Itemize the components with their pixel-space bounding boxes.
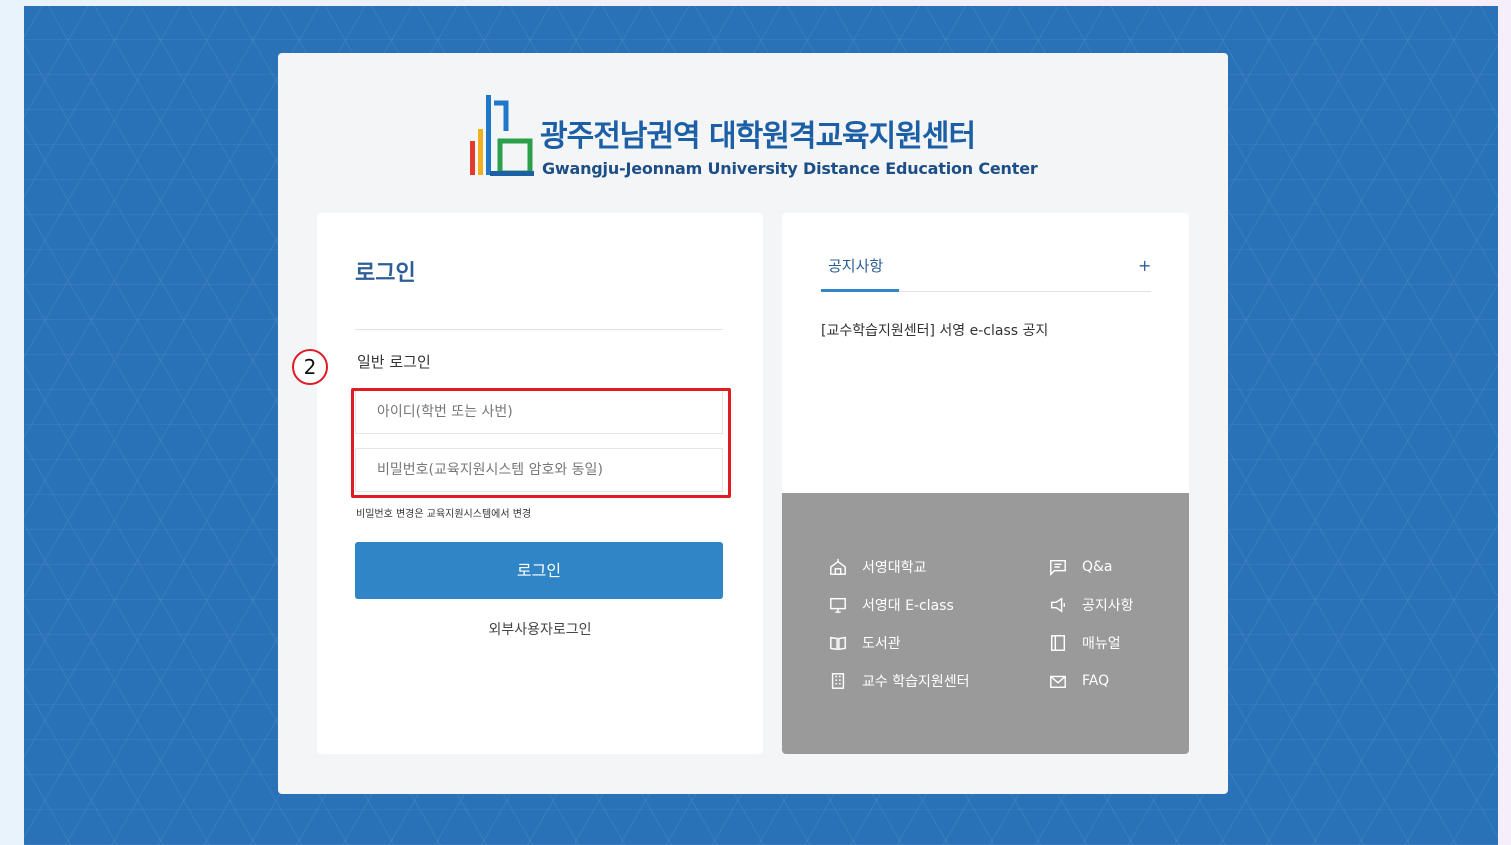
site-logo[interactable]: 광주전남권역 대학원격교육지원센터 Gwangju-Jeonnam Univer…	[468, 91, 1048, 181]
notice-panel: 공지사항 + [교수학습지원센터] 서영 e-class 공지 서영대학교 서영…	[782, 213, 1189, 754]
quick-link-label: 도서관	[862, 636, 901, 652]
login-panel: 로그인 2 일반 로그인 아이디(학번 또는 사번) 비밀번호(교육지원시스템 …	[292, 213, 763, 754]
quick-link-seoyoung-univ[interactable]: 서영대학교	[828, 557, 926, 577]
quick-links: 서영대학교 서영대 E-class 도서관 교수 학습지원센터 Q&a 공지사항…	[782, 493, 1189, 754]
step-badge: 2	[292, 349, 328, 385]
logo-mark-icon	[470, 95, 534, 176]
book-icon	[828, 633, 848, 653]
building-icon	[828, 671, 848, 691]
login-title: 로그인	[355, 261, 416, 286]
quick-link-label: Q&a	[1082, 559, 1113, 575]
password-input[interactable]: 비밀번호(교육지원시스템 암호와 동일)	[355, 448, 723, 492]
quick-link-label: FAQ	[1082, 673, 1110, 689]
quick-link-label: 공지사항	[1082, 598, 1134, 614]
password-change-note: 비밀번호 변경은 교육지원시스템에서 변경	[356, 509, 532, 520]
quick-link-eclass[interactable]: 서영대 E-class	[828, 595, 954, 615]
more-notices-button[interactable]: +	[1138, 256, 1151, 275]
quick-link-label: 서영대 E-class	[862, 598, 954, 614]
tab-underline	[821, 289, 899, 292]
quick-link-manual[interactable]: 매뉴얼	[1048, 633, 1121, 653]
quick-link-label: 교수 학습지원센터	[862, 674, 970, 690]
divider	[355, 329, 723, 330]
quick-link-notice[interactable]: 공지사항	[1048, 595, 1134, 615]
external-user-login-link[interactable]: 외부사용자로그인	[317, 619, 763, 639]
quick-link-faq[interactable]: FAQ	[1048, 671, 1109, 691]
login-card: 광주전남권역 대학원격교육지원센터 Gwangju-Jeonnam Univer…	[278, 53, 1228, 794]
quick-link-qna[interactable]: Q&a	[1048, 557, 1113, 577]
manual-icon	[1048, 633, 1068, 653]
quick-link-teaching-center[interactable]: 교수 학습지원센터	[828, 671, 970, 691]
monitor-icon	[828, 595, 848, 615]
logo-title: 광주전남권역 대학원격교육지원센터	[540, 119, 976, 154]
megaphone-icon	[1048, 595, 1068, 615]
general-login-label: 일반 로그인	[357, 353, 431, 371]
divider	[899, 291, 1151, 292]
logo-subtitle: Gwangju-Jeonnam University Distance Educ…	[542, 159, 1038, 178]
quick-link-label: 서영대학교	[862, 560, 927, 576]
login-button[interactable]: 로그인	[355, 542, 723, 599]
tab-notice[interactable]: 공지사항	[828, 255, 883, 276]
quick-link-library[interactable]: 도서관	[828, 633, 901, 653]
school-icon	[828, 557, 848, 577]
user-id-input[interactable]: 아이디(학번 또는 사번)	[355, 390, 723, 434]
chat-icon	[1048, 557, 1068, 577]
notice-item[interactable]: [교수학습지원센터] 서영 e-class 공지	[821, 320, 1048, 340]
mail-icon	[1048, 671, 1068, 691]
quick-link-label: 매뉴얼	[1082, 636, 1121, 652]
